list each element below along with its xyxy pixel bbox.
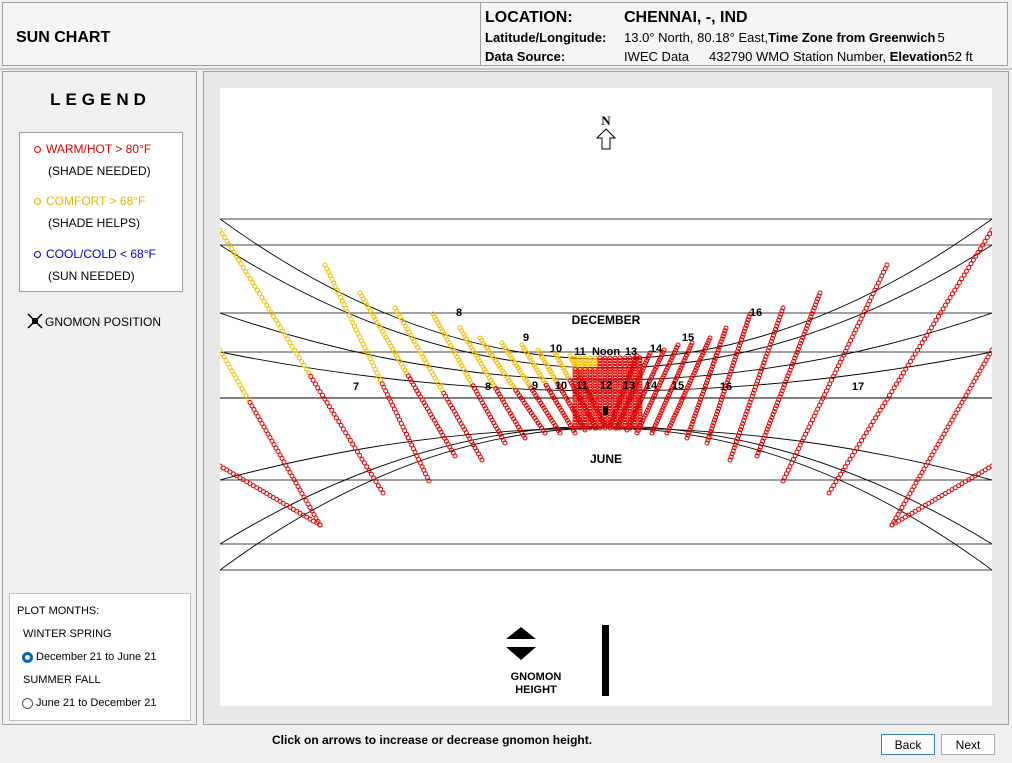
radio-dec-jun[interactable]: December 21 to June 21 — [22, 651, 156, 663]
header-divider — [480, 3, 481, 65]
gnomon-height-bar — [602, 625, 609, 696]
dec-hour-label: 9 — [523, 332, 529, 344]
summer-fall-label: SUMMER FALL — [23, 674, 101, 686]
radio-dec-jun-label[interactable]: December 21 to June 21 — [36, 651, 156, 663]
location-label: LOCATION: — [485, 9, 573, 26]
dec-hour-label: 8 — [456, 307, 462, 319]
plot-months-panel: PLOT MONTHS: WINTER SPRING December 21 t… — [9, 593, 191, 721]
north-label: N — [601, 113, 611, 128]
jun-hour-label: 8 — [485, 381, 491, 393]
comfort-marker-icon — [34, 198, 41, 206]
data-source-label: Data Source: — [485, 49, 566, 64]
header-panel: SUN CHART LOCATION: CHENNAI, -, IND Lati… — [2, 2, 1008, 66]
dec-hour-label: 15 — [682, 332, 694, 344]
jun-hour-label: 11 — [576, 380, 588, 392]
radio-selected-icon[interactable] — [22, 651, 33, 663]
legend-sidebar: LEGEND WARM/HOT > 80°F (SHADE NEEDED) CO… — [2, 71, 197, 725]
footer-instructions: Click on arrows to increase or decrease … — [272, 733, 593, 747]
next-button[interactable]: Next — [941, 734, 995, 755]
legend-cool-label: COOL/COLD < 68°F — [46, 247, 156, 261]
legend-gnomon: GNOMON POSITION — [27, 313, 162, 329]
legend-cool-sub: (SUN NEEDED) — [48, 269, 135, 283]
legend-warm-sub: (SHADE NEEDED) — [48, 164, 151, 178]
jun-hour-label: 13 — [623, 380, 635, 392]
gnomon-height-label-2: HEIGHT — [515, 684, 557, 696]
december-label: DECEMBER — [572, 313, 641, 327]
location-value: CHENNAI, -, IND — [624, 9, 748, 26]
timezone-label: Time Zone from Greenwich — [768, 30, 936, 45]
legend-warm: WARM/HOT > 80°F — [34, 142, 151, 156]
jun-hour-label: 16 — [720, 381, 732, 393]
june-label: JUNE — [590, 452, 622, 466]
jun-hour-label: 17 — [852, 381, 864, 393]
winter-spring-label: WINTER SPRING — [23, 628, 112, 640]
latlong-text: 13.0° North, 80.18° East, — [624, 30, 769, 45]
jun-hour-label: 10 — [555, 380, 567, 392]
timezone-value: 5 — [937, 30, 945, 45]
legend-warm-label: WARM/HOT > 80°F — [46, 142, 152, 156]
radio-unselected-icon[interactable] — [22, 697, 33, 709]
radio-jun-dec-label[interactable]: June 21 to December 21 — [36, 697, 156, 709]
legend-box: WARM/HOT > 80°F (SHADE NEEDED) COMFORT >… — [19, 132, 183, 292]
legend-comfort: COMFORT > 68°F — [34, 194, 145, 208]
legend-comfort-sub: (SHADE HELPS) — [48, 216, 141, 230]
page-title: SUN CHART — [16, 29, 111, 46]
warm-marker-icon — [34, 146, 41, 154]
cool-marker-icon — [34, 251, 41, 259]
elevation-label: Elevation — [889, 49, 948, 64]
header-rule — [0, 68, 1012, 70]
jun-hour-label: 7 — [353, 381, 359, 393]
gnomon-marker-icon — [603, 406, 608, 415]
jun-hour-label: 14 — [645, 380, 658, 392]
gnomon-height-label-1: GNOMON — [511, 671, 562, 683]
back-button[interactable]: Back — [881, 734, 935, 755]
data-source-value: IWEC Data 432790 WMO Station Number, Elev… — [624, 49, 973, 64]
source-text: IWEC Data — [624, 49, 690, 64]
radio-jun-dec[interactable]: June 21 to December 21 — [22, 697, 156, 709]
latlong-value: 13.0° North, 80.18° East,Time Zone from … — [624, 30, 945, 45]
gnomon-position-icon — [27, 313, 43, 329]
elevation-value: 52 ft — [947, 49, 973, 64]
gnomon-marker — [603, 406, 608, 415]
jun-hour-label: 15 — [672, 380, 684, 392]
legend-cool: COOL/COLD < 68°F — [34, 247, 156, 261]
wmo-text: 432790 WMO Station Number, — [709, 49, 887, 64]
sun-chart: N DECEMBER JUNE 8 9 10 11 Noon 13 14 15 … — [220, 88, 992, 706]
legend-title: LEGEND — [50, 90, 151, 109]
plot-months-title: PLOT MONTHS: — [17, 605, 100, 617]
jun-hour-label: 12 — [600, 380, 612, 392]
legend-gnomon-label: GNOMON POSITION — [45, 315, 162, 329]
latlong-label: Latitude/Longitude: — [485, 30, 607, 45]
legend-comfort-label: COMFORT > 68°F — [46, 194, 146, 208]
chart-background — [220, 88, 992, 706]
jun-hour-label: 9 — [532, 380, 538, 392]
